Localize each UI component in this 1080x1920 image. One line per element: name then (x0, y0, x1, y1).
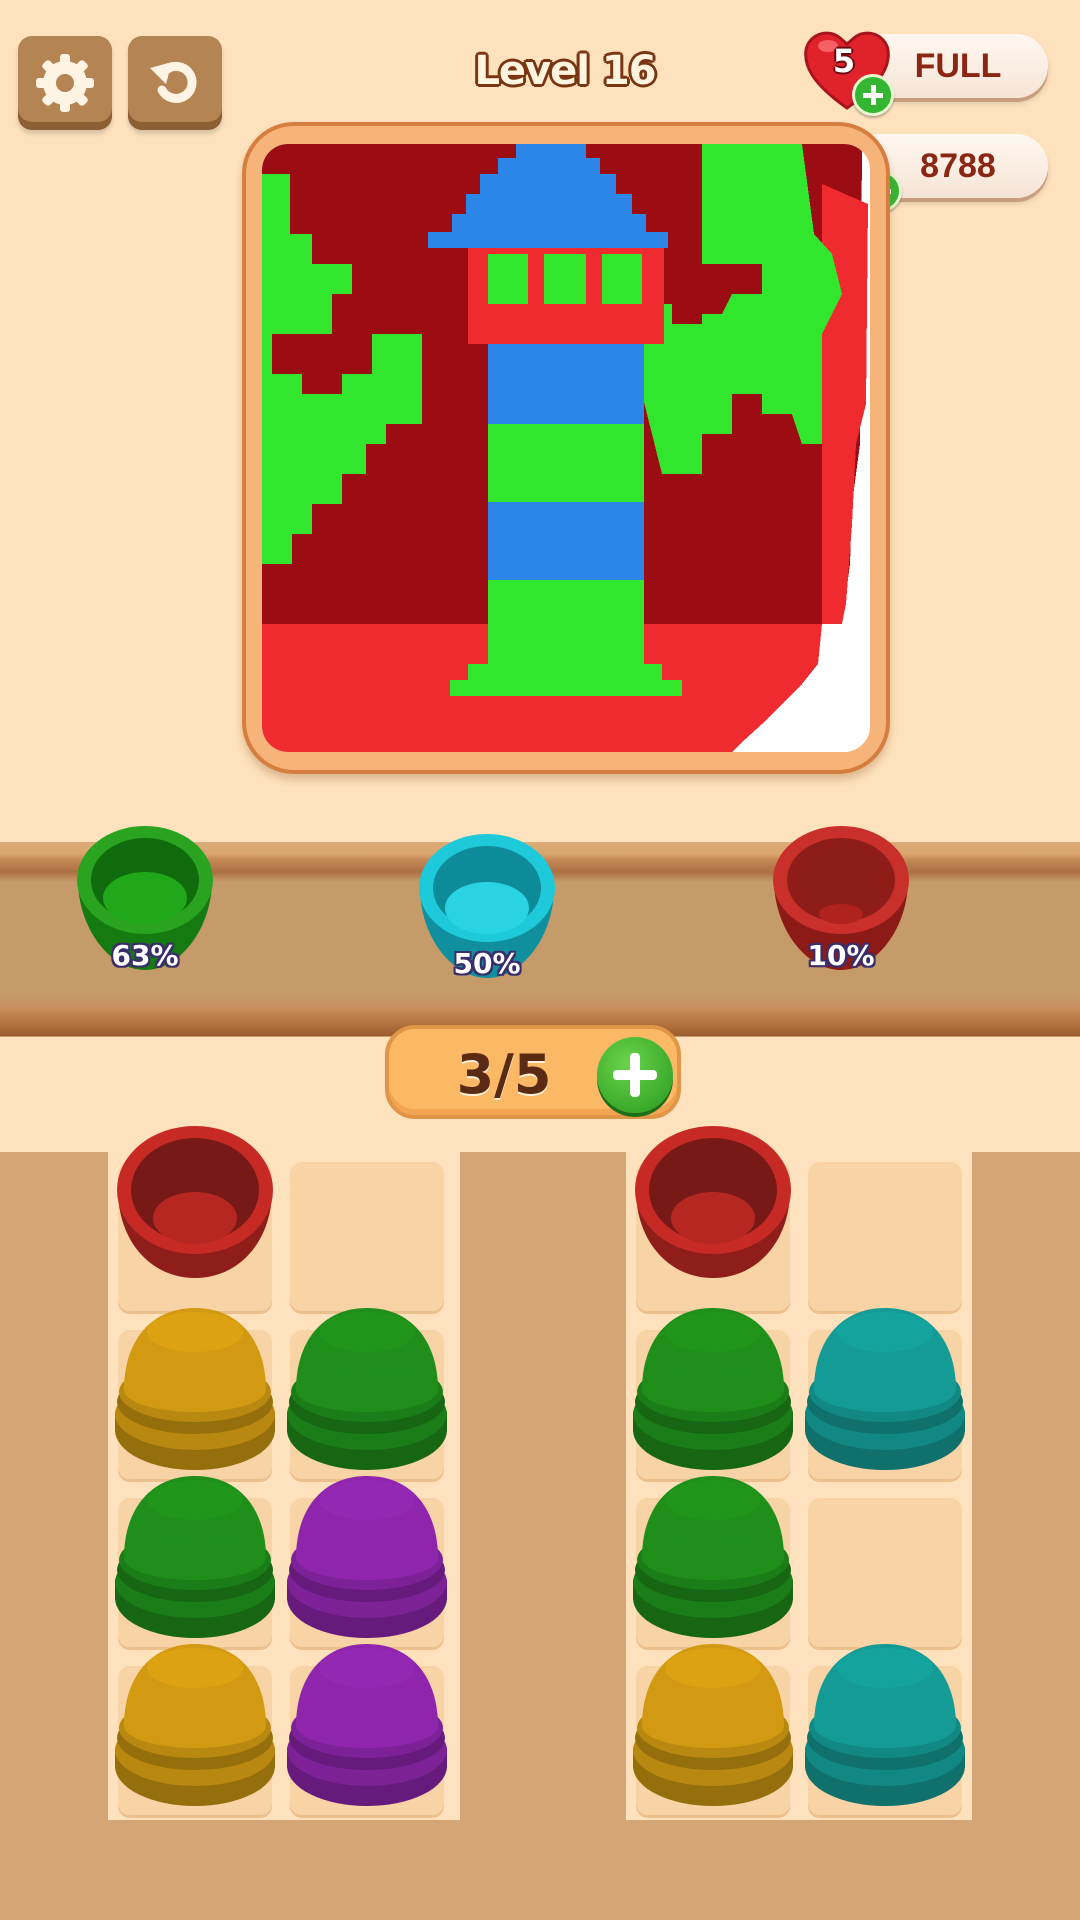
cup-stack-purple[interactable] (282, 1638, 452, 1818)
add-lives-plus-icon[interactable] (852, 74, 894, 116)
target-cup-red: 10% (766, 818, 916, 976)
pixel-art-picture (262, 144, 870, 752)
cup-stack-yellow[interactable] (110, 1638, 280, 1818)
settings-button[interactable] (18, 36, 112, 130)
cup-red-open[interactable] (628, 1110, 798, 1290)
cup-stack-green[interactable] (110, 1470, 280, 1650)
target-percent-green: 63% (111, 939, 179, 972)
target-percent-red: 10% (807, 939, 875, 972)
level-title: Level 16 (474, 48, 656, 94)
game-screen: Level 16 FULL 5 8788 63% 50% 10% 3/5 (0, 0, 1080, 1920)
cup-stack-yellow[interactable] (110, 1302, 280, 1482)
undo-icon (150, 61, 197, 103)
lives-status: FULL (914, 46, 1002, 85)
slot-counter-text: 3/5 (456, 1043, 552, 1106)
cup-stack-green[interactable] (628, 1302, 798, 1482)
cup-red-open[interactable] (110, 1110, 280, 1290)
cup-stack-teal[interactable] (800, 1302, 970, 1482)
target-percent-cyan: 50% (453, 947, 521, 980)
add-slot-plus-icon[interactable] (597, 1037, 673, 1113)
board-left-edge (0, 1152, 108, 1920)
target-cup-cyan: 50% (412, 826, 562, 984)
cup-stack-purple[interactable] (282, 1470, 452, 1650)
board-middle-divider (460, 1156, 626, 1920)
board-slot[interactable] (808, 1498, 962, 1650)
cup-stack-green[interactable] (628, 1470, 798, 1650)
coins-value: 8788 (920, 146, 996, 185)
slot-counter: 3/5 (385, 1025, 681, 1119)
cup-stack-teal[interactable] (800, 1638, 970, 1818)
board-right-edge (972, 1152, 1080, 1920)
cup-stack-yellow[interactable] (628, 1638, 798, 1818)
lives-count: 5 (832, 42, 856, 80)
undo-button[interactable] (128, 36, 222, 130)
heart-icon: 5 (800, 24, 894, 116)
cup-stack-green[interactable] (282, 1302, 452, 1482)
board-slot[interactable] (290, 1162, 444, 1314)
gear-icon (36, 54, 94, 112)
target-cup-green: 63% (70, 818, 220, 976)
board-slot[interactable] (808, 1162, 962, 1314)
